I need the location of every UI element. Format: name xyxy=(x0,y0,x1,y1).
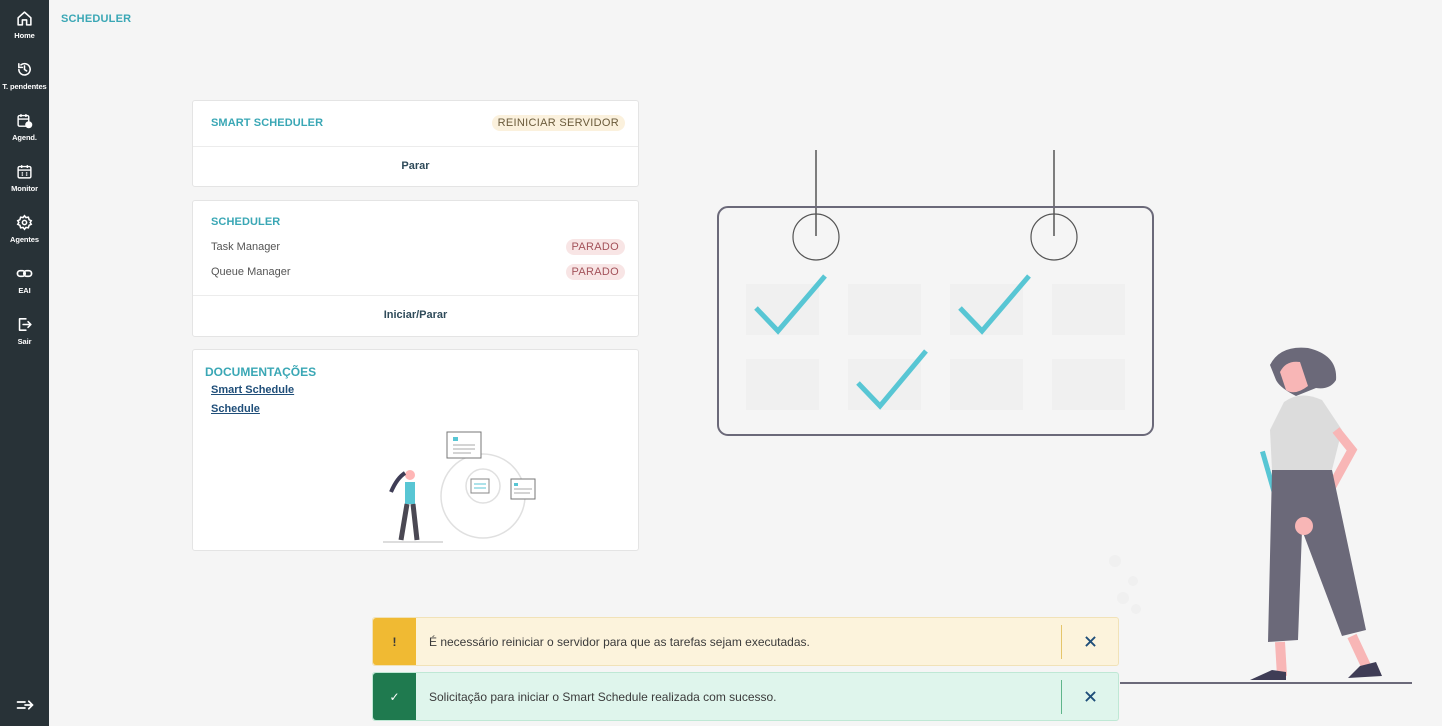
toast-message: É necessário reiniciar o servidor para q… xyxy=(429,634,810,649)
sidebar: Home T. pendentes Agend. Monitor Agentes… xyxy=(0,0,49,726)
sidebar-item-home[interactable]: Home xyxy=(0,10,49,56)
check-icon: ✓ xyxy=(373,673,416,720)
exclamation-icon: ! xyxy=(373,618,416,665)
close-toast-button[interactable] xyxy=(1062,618,1118,665)
sidebar-item-label: Sair xyxy=(17,337,32,346)
warning-toast: ! É necessário reiniciar o servidor para… xyxy=(372,617,1119,666)
sidebar-item-agend[interactable]: Agend. xyxy=(0,112,49,158)
card-divider xyxy=(193,146,638,147)
documentation-title: DOCUMENTAÇÕES xyxy=(205,365,317,379)
sidebar-item-label: Monitor xyxy=(11,184,38,193)
home-icon xyxy=(17,11,32,26)
task-manager-label: Task Manager xyxy=(211,241,281,253)
documentation-illustration xyxy=(383,431,536,543)
sidebar-item-label: Home xyxy=(14,31,35,40)
smart-scheduler-title: SMART SCHEDULER xyxy=(211,117,324,129)
scheduler-card: SCHEDULER Task Manager PARADO Queue Mana… xyxy=(192,200,639,337)
gear-icon xyxy=(16,214,33,231)
history-icon xyxy=(18,62,31,76)
schedule-doc-link[interactable]: Schedule xyxy=(211,403,260,415)
close-icon xyxy=(1084,636,1096,647)
sidebar-item-sair[interactable]: Sair xyxy=(0,316,49,362)
smart-scheduler-card: SMART SCHEDULER REINICIAR SERVIDOR Parar xyxy=(192,100,639,187)
logout-icon xyxy=(18,318,32,331)
queue-manager-status-badge: PARADO xyxy=(565,264,625,280)
queue-manager-label: Queue Manager xyxy=(211,266,291,278)
collapse-arrow-icon[interactable] xyxy=(16,697,34,713)
sidebar-item-agentes[interactable]: Agentes xyxy=(0,214,49,260)
success-toast: ✓ Solicitação para iniciar o Smart Sched… xyxy=(372,672,1119,721)
sidebar-item-label: T. pendentes xyxy=(2,82,47,91)
sidebar-item-label: Agend. xyxy=(12,133,37,142)
sidebar-item-eai[interactable]: EAI xyxy=(0,265,49,311)
task-manager-status-badge: PARADO xyxy=(565,239,625,255)
scheduler-title: SCHEDULER xyxy=(211,216,281,228)
close-toast-button[interactable] xyxy=(1062,673,1118,720)
link-icon xyxy=(16,269,33,278)
close-icon xyxy=(1084,691,1096,702)
documentation-card: DOCUMENTAÇÕES Smart Schedule Schedule xyxy=(192,349,639,551)
page-title: SCHEDULER xyxy=(61,13,132,25)
calendar-gear-icon xyxy=(17,114,33,129)
toast-message: Solicitação para iniciar o Smart Schedul… xyxy=(429,689,777,704)
sidebar-item-pending[interactable]: T. pendentes xyxy=(0,61,49,107)
start-stop-button[interactable]: Iniciar/Parar xyxy=(193,309,638,321)
calendar-grid-icon xyxy=(17,165,32,179)
smart-schedule-doc-link[interactable]: Smart Schedule xyxy=(211,384,294,396)
sidebar-item-monitor[interactable]: Monitor xyxy=(0,163,49,209)
sidebar-item-label: EAI xyxy=(18,286,31,295)
person-illustration xyxy=(1109,347,1412,684)
restart-server-button[interactable]: REINICIAR SERVIDOR xyxy=(491,115,625,131)
stop-button[interactable]: Parar xyxy=(193,160,638,172)
sidebar-item-label: Agentes xyxy=(10,235,39,244)
card-divider xyxy=(193,295,638,296)
